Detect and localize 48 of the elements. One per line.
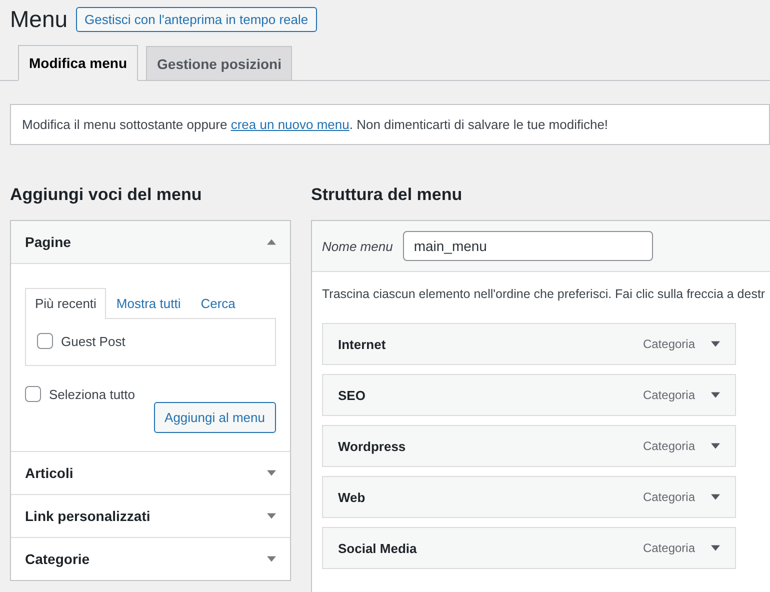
notice-text: Modifica il menu sottostante oppure crea un nuovo menu. Non dimenticarti di salvare le tue modifiche! — [10, 104, 770, 145]
caret-icon — [267, 513, 276, 519]
inner-tab[interactable]: Mostra tutti — [106, 288, 191, 318]
caret-icon[interactable] — [711, 545, 720, 551]
live-preview-button[interactable]: Gestisci con l'anteprima in tempo reale — [76, 7, 318, 32]
nav-tab[interactable]: Modifica menu — [18, 45, 138, 81]
menu-item[interactable]: Web Categoria — [322, 476, 736, 518]
page-title: Menu — [10, 6, 68, 33]
accordion-title: Articoli — [25, 465, 74, 481]
checkbox-label: Guest Post — [61, 334, 126, 348]
menu-name-label: Nome menu — [322, 238, 393, 254]
section-heading: Struttura del menu — [311, 185, 464, 205]
menu-item-type: Categoria — [642, 541, 695, 555]
inner-tab[interactable]: Più recenti — [25, 288, 106, 319]
caret-icon[interactable] — [711, 443, 720, 449]
inner-tab[interactable]: Cerca — [190, 288, 246, 318]
menu-item[interactable]: Wordpress Categoria — [322, 425, 736, 467]
checkbox[interactable] — [25, 386, 41, 402]
nav-tab[interactable]: Gestione posizioni — [146, 46, 292, 81]
menu-item-type: Categoria — [642, 388, 695, 402]
caret-icon[interactable] — [711, 392, 720, 398]
accordion-title: Pagine — [25, 234, 71, 250]
menu-item[interactable]: Social Media Categoria — [322, 527, 736, 569]
caret-icon — [267, 556, 276, 562]
menu-name-field[interactable]: main_menu — [402, 231, 653, 261]
accordion-title: Link personalizzati — [25, 508, 150, 524]
menu-item-title: Wordpress — [338, 438, 407, 454]
menu-item-title: SEO — [338, 388, 366, 402]
instructions-text: Trascina ciascun elemento nell'ordine che preferisci. Fai clic sulla freccia a destr — [322, 287, 766, 301]
menu-item-type: Categoria — [642, 490, 695, 504]
menu-item-title: Internet — [338, 336, 387, 352]
menu-item-type: Categoria — [642, 439, 695, 453]
menu-item-title: Web — [338, 490, 366, 504]
menu-item-title: Social Media — [338, 540, 418, 556]
section-heading: Aggiungi voci del menu — [10, 185, 203, 205]
caret-icon — [267, 470, 276, 476]
add-to-menu-button[interactable]: Aggiungi al menu — [154, 402, 276, 433]
menu-item[interactable]: Internet Categoria — [322, 323, 736, 365]
menu-item-type: Categoria — [642, 337, 695, 351]
accordion-title: Categorie — [25, 551, 90, 567]
caret-icon — [267, 239, 276, 245]
accordion-header[interactable]: Pagine — [11, 221, 290, 264]
create-menu-link[interactable]: crea un nuovo menu — [230, 117, 350, 132]
caret-icon[interactable] — [711, 494, 720, 500]
checkbox-label: Seleziona tutto — [49, 386, 136, 402]
menu-item[interactable]: SEO Categoria — [322, 374, 736, 416]
checkbox[interactable] — [37, 333, 53, 349]
caret-icon[interactable] — [711, 341, 720, 347]
